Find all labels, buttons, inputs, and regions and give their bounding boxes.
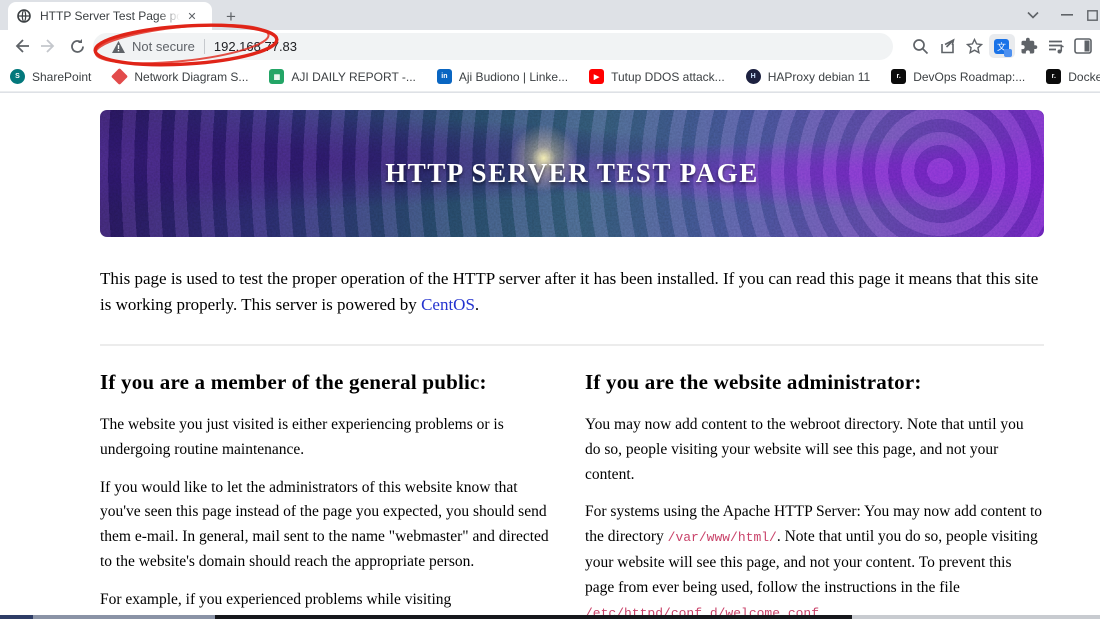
drawio-icon (111, 68, 129, 85)
forward-button-icon[interactable] (36, 33, 62, 59)
maximize-button-icon[interactable] (1084, 0, 1100, 30)
reload-button-icon[interactable] (64, 33, 90, 59)
general-public-heading: If you are a member of the general publi… (100, 370, 487, 394)
banner-title: HTTP SERVER TEST PAGE (385, 158, 759, 188)
tab-title: HTTP Server Test Page powered (40, 9, 180, 23)
not-secure-warning-icon[interactable] (111, 40, 126, 54)
linkedin-icon: in (436, 69, 452, 84)
address-bar[interactable]: Not secure 192.168.77.83 (93, 33, 893, 60)
extensions-puzzle-icon[interactable] (1015, 33, 1042, 60)
centos-link[interactable]: CentOS (421, 295, 475, 314)
screen-bottom-edge (0, 615, 1100, 619)
not-secure-label: Not secure (132, 39, 195, 54)
paragraph: The website you just visited is either e… (100, 416, 504, 458)
administrator-column: If you are the website administrator: Yo… (585, 370, 1043, 615)
search-icon[interactable] (907, 33, 934, 60)
bookmarks-bar: S SharePoint Network Diagram S... ▦ AJI … (0, 62, 1100, 92)
back-button-icon[interactable] (8, 33, 34, 59)
tab-strip: HTTP Server Test Page powered ✕ + (0, 0, 1100, 30)
horizontal-rule (100, 344, 1044, 346)
window-controls (1016, 0, 1100, 30)
new-tab-button[interactable]: + (220, 6, 242, 28)
omnibox-divider (203, 39, 205, 54)
tab-close-icon[interactable]: ✕ (184, 8, 200, 24)
bookmark-item[interactable]: r. DevOps Roadmap:... (891, 69, 1025, 84)
haproxy-icon: H (745, 69, 761, 84)
url-text[interactable]: 192.168.77.83 (214, 39, 297, 54)
administrator-heading: If you are the website administrator: (585, 370, 922, 394)
paragraph: For systems using the Apache HTTP Server… (585, 503, 1043, 615)
intro-paragraph: This page is used to test the proper ope… (100, 269, 1039, 314)
test-page-banner: HTTP SERVER TEST PAGE (100, 110, 1044, 237)
side-panel-icon[interactable] (1069, 33, 1096, 60)
paragraph: For example, if you experienced problems… (100, 590, 452, 608)
browser-toolbar: Not secure 192.168.77.83 文 (0, 30, 1100, 62)
bookmark-item[interactable]: in Aji Budiono | Linke... (436, 69, 568, 84)
translate-extension-icon[interactable]: 文 (988, 33, 1015, 60)
sharepoint-icon: S (10, 69, 25, 84)
roadmap-icon: r. (891, 69, 907, 84)
web-page: HTTP SERVER TEST PAGE This page is used … (0, 93, 1100, 615)
bookmark-item[interactable]: S SharePoint (10, 69, 91, 84)
tab-search-chevron-icon[interactable] (1016, 0, 1050, 30)
media-controls-icon[interactable] (1042, 33, 1069, 60)
share-icon[interactable] (934, 33, 961, 60)
bookmark-item[interactable]: ▶ Tutup DDOS attack... (589, 69, 725, 84)
general-public-column: If you are a member of the general publi… (100, 370, 558, 615)
sheets-icon: ▦ (269, 69, 285, 84)
bookmark-star-icon[interactable] (961, 33, 988, 60)
bookmark-item[interactable]: ▦ AJI DAILY REPORT -... (269, 69, 416, 84)
roadmap-icon: r. (1046, 69, 1062, 84)
browser-tab[interactable]: HTTP Server Test Page powered ✕ (8, 2, 212, 30)
bookmark-item[interactable]: Network Diagram S... (111, 68, 248, 85)
bookmark-item[interactable]: H HAProxy debian 11 (745, 69, 870, 84)
paragraph: You may now add content to the webroot d… (585, 416, 1024, 483)
bookmark-item[interactable]: r. Docker Roadmap -... (1046, 69, 1100, 84)
globe-favicon-icon (16, 8, 32, 24)
paragraph: If you would like to let the administrat… (100, 478, 549, 570)
youtube-icon: ▶ (589, 69, 605, 84)
minimize-button-icon[interactable] (1050, 0, 1084, 30)
